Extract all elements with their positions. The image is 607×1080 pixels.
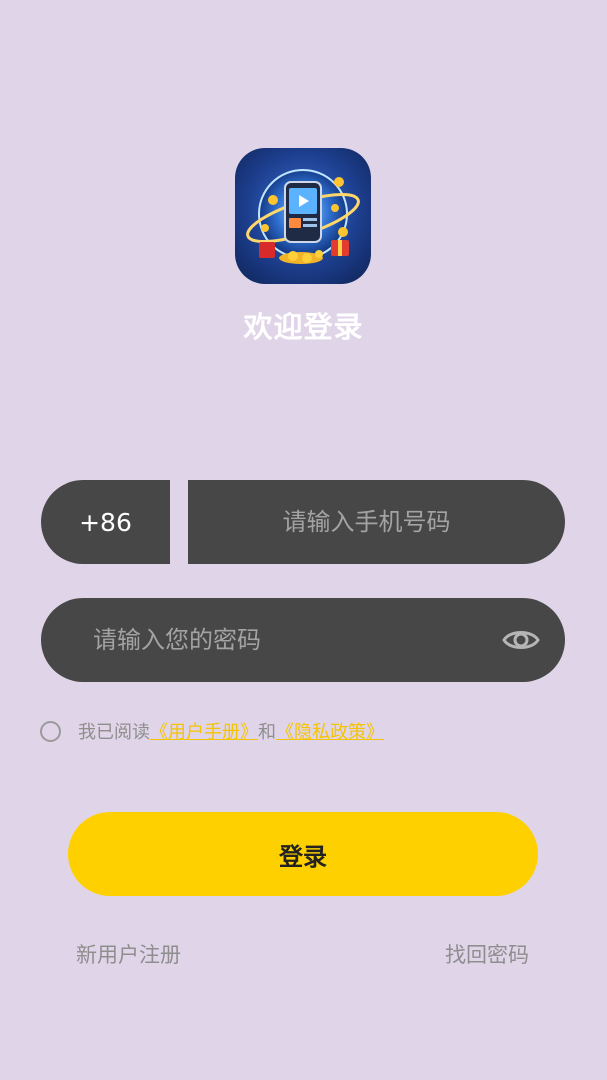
forgot-password-link[interactable]: 找回密码 [445,939,529,969]
login-button[interactable]: 登录 [68,812,538,896]
agreement-radio[interactable] [40,720,61,742]
privacy-policy-link[interactable]: 《隐私政策》 [276,718,384,744]
phone-input[interactable] [188,480,565,564]
agreement-prefix: 我已阅读 [78,722,150,743]
country-code-label: +86 [79,507,132,537]
register-link[interactable]: 新用户注册 [76,939,181,969]
app-logo [235,148,371,284]
welcome-title: 欢迎登录 [243,310,364,344]
agreement-row: 我已阅读 《用户手册》 和 《隐私政策》 [40,719,384,743]
password-input[interactable] [93,598,501,682]
password-field[interactable] [41,598,565,682]
login-page: 欢迎登录 +86 我已阅读 《用户手册》 和 《隐私政策》 登录 新用户注册 找… [0,0,607,1080]
eye-icon[interactable] [501,620,541,660]
agreement-conjunction: 和 [258,722,276,743]
country-code-selector[interactable]: +86 [41,480,170,564]
user-manual-link[interactable]: 《用户手册》 [150,718,258,744]
globe-phone-coins-illustration [246,169,360,264]
phone-field[interactable] [188,480,565,564]
